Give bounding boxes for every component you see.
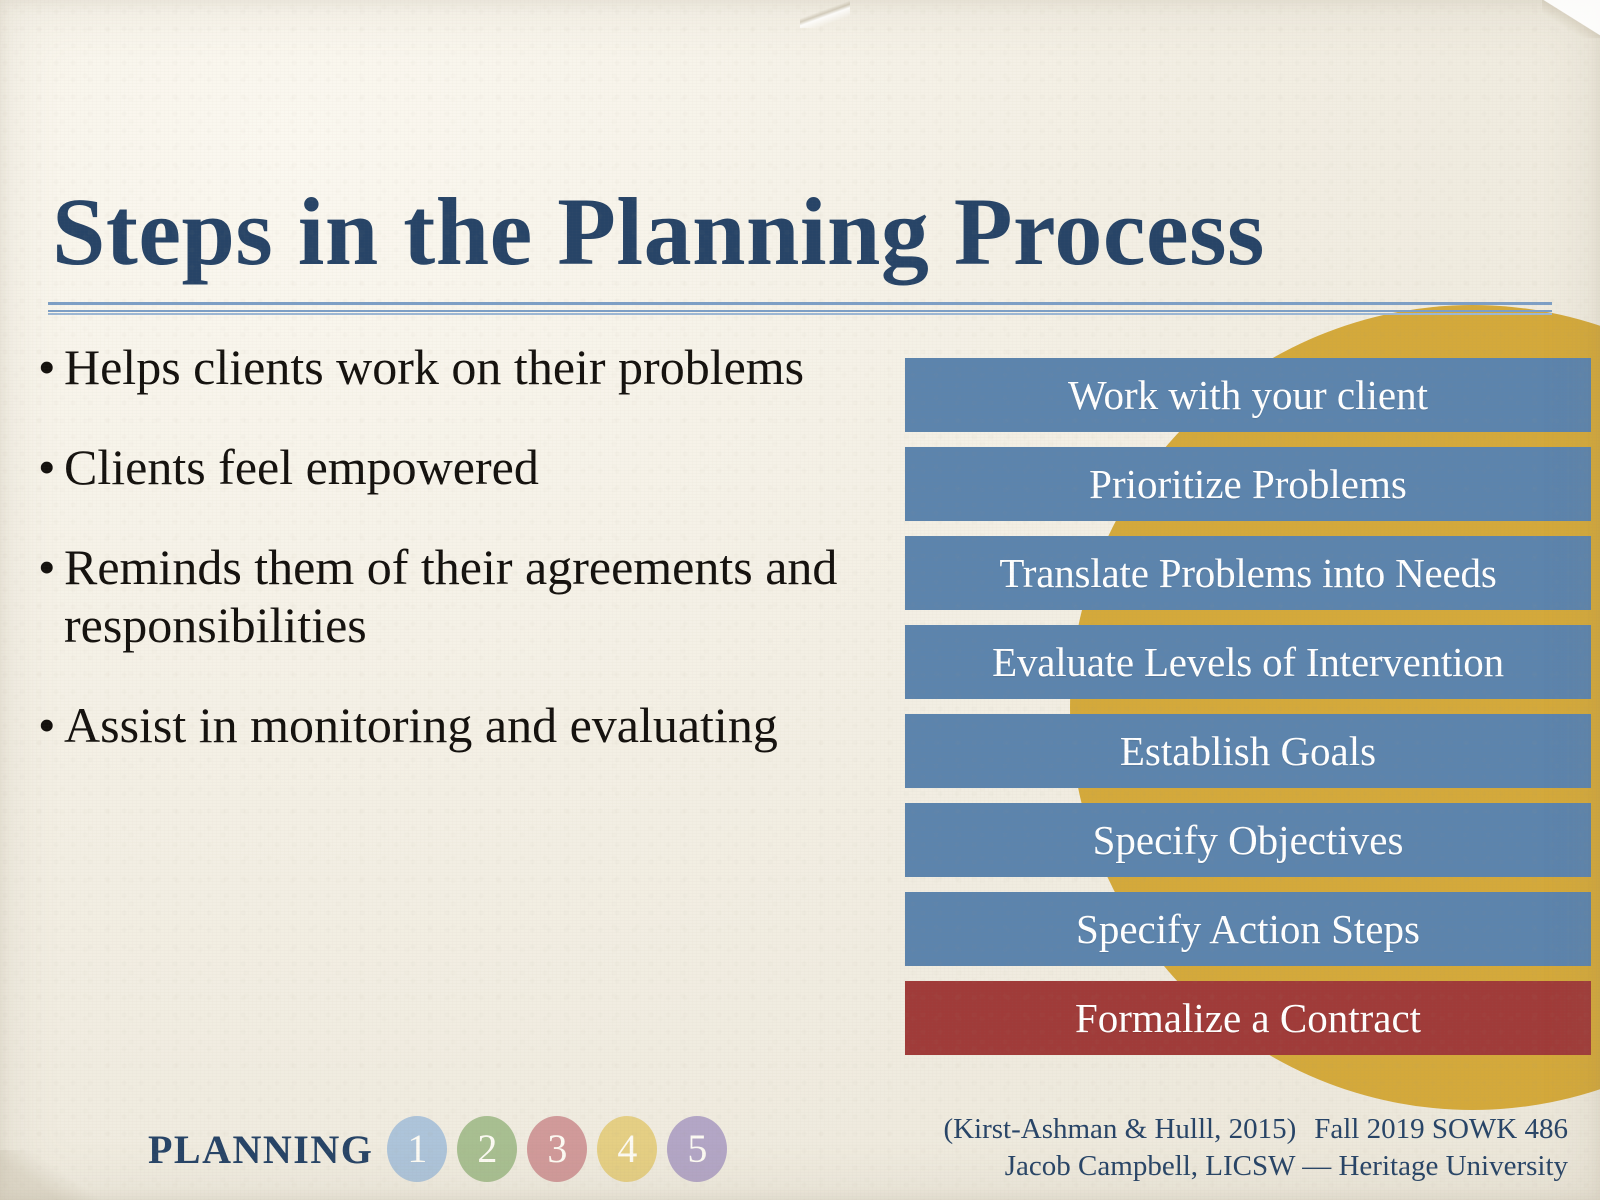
step-bar-6: Specify Objectives xyxy=(905,803,1591,877)
bullet-list: • Helps clients work on their problems •… xyxy=(38,338,898,796)
planning-step-circle-1: 1 xyxy=(387,1116,448,1182)
divider-line-2 xyxy=(48,310,1552,312)
page-title: Steps in the Planning Process xyxy=(52,178,1265,286)
planning-step-number: 5 xyxy=(687,1126,708,1171)
step-bar-label: Work with your client xyxy=(1068,371,1428,418)
instructor-text: Jacob Campbell, LICSW — Heritage Univers… xyxy=(1004,1150,1568,1183)
step-bar-label: Specify Action Steps xyxy=(1076,905,1420,952)
list-item-text: Helps clients work on their problems xyxy=(64,339,805,395)
planning-step-circle-2: 2 xyxy=(457,1116,518,1182)
paper-corner-fold-bottom-left xyxy=(0,1150,110,1200)
planning-step-number: 1 xyxy=(407,1126,428,1171)
step-bar-2: Prioritize Problems xyxy=(905,447,1591,521)
bullet-marker-icon: • xyxy=(38,339,56,395)
paper-corner-fold-top-right xyxy=(1542,0,1600,38)
step-bar-8: Formalize a Contract xyxy=(905,981,1591,1055)
step-bar-label: Formalize a Contract xyxy=(1074,994,1422,1041)
footer-planning-indicator: PLANNING 1 2 3 4 5 xyxy=(148,1116,737,1182)
list-item: • Helps clients work on their problems xyxy=(38,338,898,396)
list-item-text: Assist in monitoring and evaluating xyxy=(64,697,778,753)
slide-canvas: Steps in the Planning Process • Helps cl… xyxy=(0,0,1600,1200)
bullet-marker-icon: • xyxy=(38,539,56,595)
list-item: • Assist in monitoring and evaluating xyxy=(38,696,898,754)
planning-label: PLANNING xyxy=(148,1126,374,1172)
citation-text: (Kirst-Ashman & Hulll, 2015) xyxy=(943,1112,1297,1145)
planning-step-number: 3 xyxy=(547,1126,568,1171)
list-item: • Reminds them of their agreements and r… xyxy=(38,538,898,654)
list-item-text: Clients feel empowered xyxy=(64,439,539,495)
planning-step-circle-5: 5 xyxy=(667,1116,728,1182)
divider-line-1 xyxy=(48,302,1552,305)
step-bar-label: Establish Goals xyxy=(1119,727,1377,774)
footer-credit-row-1: (Kirst-Ashman & Hulll, 2015) Fall 2019 SO… xyxy=(943,1111,1568,1149)
planning-steps-list: Work with your client Prioritize Problem… xyxy=(905,358,1591,1055)
paper-crease-top xyxy=(800,0,850,28)
step-bar-7: Specify Action Steps xyxy=(905,892,1591,966)
footer-credit-row-2: Jacob Campbell, LICSW — Heritage Univers… xyxy=(943,1148,1568,1186)
footer-credit: (Kirst-Ashman & Hulll, 2015) Fall 2019 SO… xyxy=(943,1111,1568,1186)
planning-step-number: 2 xyxy=(477,1126,498,1171)
step-bar-5: Establish Goals xyxy=(905,714,1591,788)
bullet-marker-icon: • xyxy=(38,697,56,753)
step-bar-label: Prioritize Problems xyxy=(1089,460,1407,507)
divider-line-3 xyxy=(48,313,1552,315)
step-bar-1: Work with your client xyxy=(905,358,1591,432)
step-bar-label: Specify Objectives xyxy=(1092,816,1404,863)
list-item-text: Reminds them of their agreements and res… xyxy=(64,539,838,653)
course-text: Fall 2019 SOWK 486 xyxy=(1314,1112,1568,1145)
step-bar-label: Translate Problems into Needs xyxy=(999,549,1497,596)
planning-step-circle-3: 3 xyxy=(527,1116,588,1182)
list-item: • Clients feel empowered xyxy=(38,438,898,496)
planning-step-circle-4: 4 xyxy=(597,1116,658,1182)
bullet-marker-icon: • xyxy=(38,439,56,495)
planning-step-number: 4 xyxy=(617,1126,638,1171)
step-bar-4: Evaluate Levels of Intervention xyxy=(905,625,1591,699)
step-bar-label: Evaluate Levels of Intervention xyxy=(992,638,1504,685)
step-bar-3: Translate Problems into Needs xyxy=(905,536,1591,610)
title-divider xyxy=(48,302,1552,315)
